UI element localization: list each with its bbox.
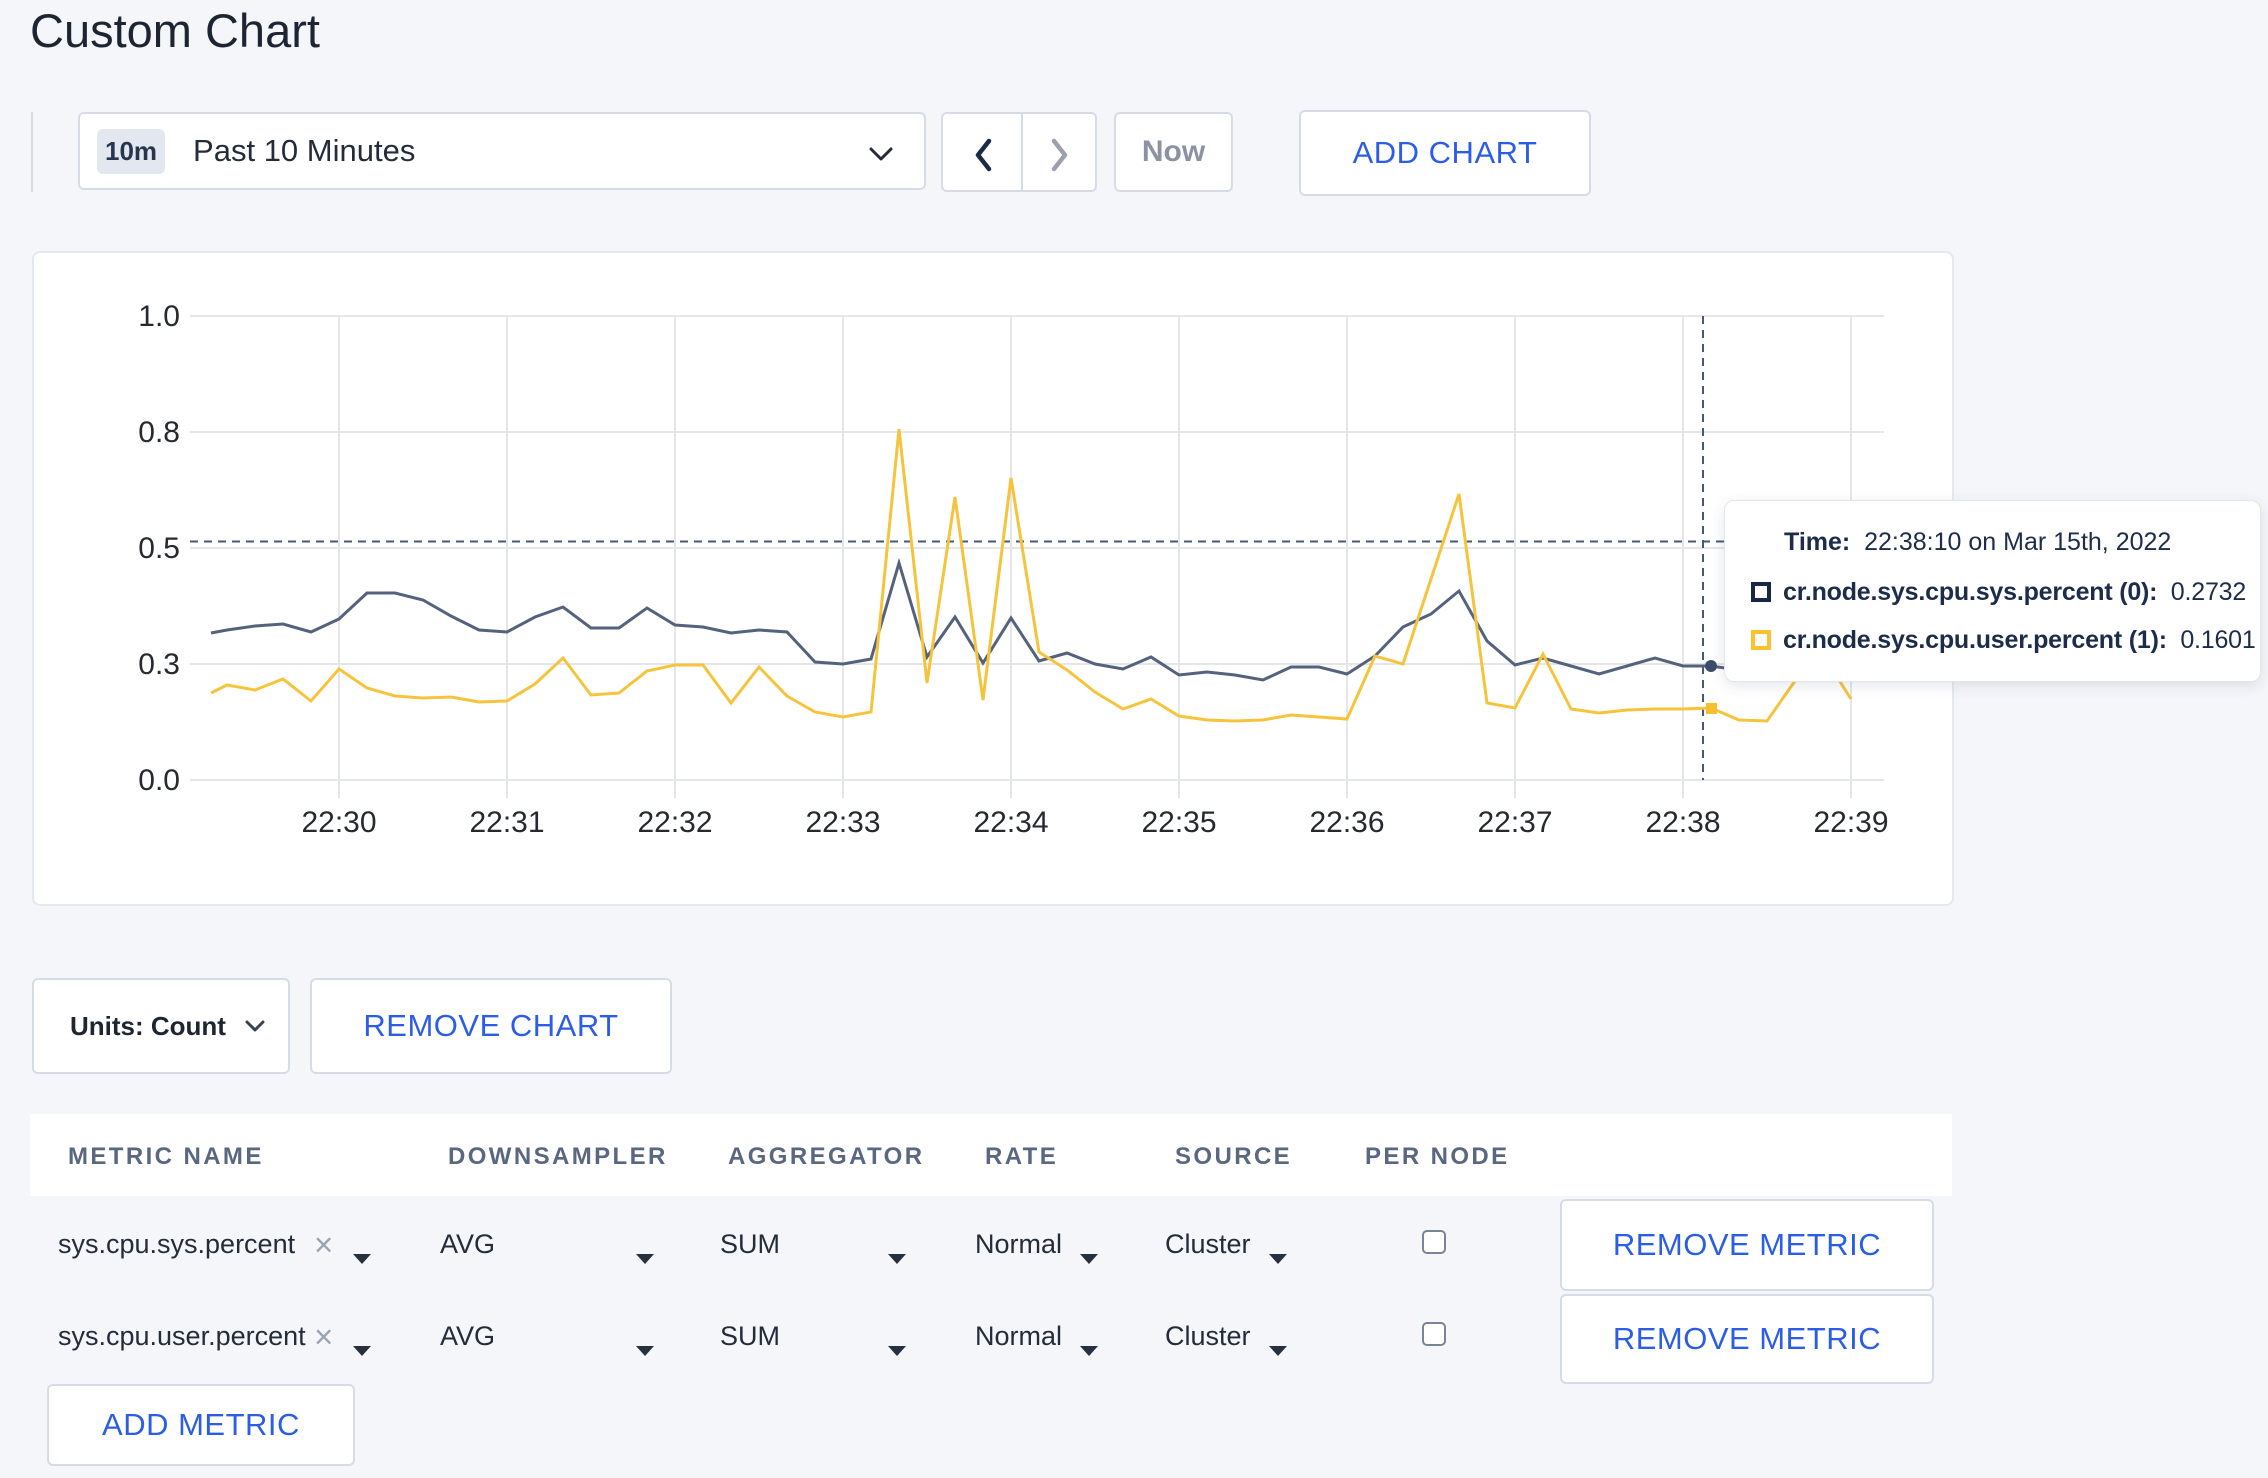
svg-text:1.0: 1.0	[138, 300, 180, 333]
svg-text:22:35: 22:35	[1141, 806, 1216, 839]
svg-text:0.8: 0.8	[138, 416, 180, 449]
svg-text:22:37: 22:37	[1477, 806, 1552, 839]
svg-text:22:32: 22:32	[637, 806, 712, 839]
svg-text:0.5: 0.5	[138, 532, 180, 565]
svg-text:22:33: 22:33	[805, 806, 880, 839]
svg-text:22:36: 22:36	[1309, 806, 1384, 839]
svg-text:22:39: 22:39	[1813, 806, 1888, 839]
svg-text:0.0: 0.0	[138, 764, 180, 797]
svg-text:22:30: 22:30	[301, 806, 376, 839]
svg-text:22:38: 22:38	[1645, 806, 1720, 839]
svg-text:0.3: 0.3	[138, 648, 180, 681]
svg-text:22:34: 22:34	[973, 806, 1048, 839]
svg-text:22:31: 22:31	[469, 806, 544, 839]
